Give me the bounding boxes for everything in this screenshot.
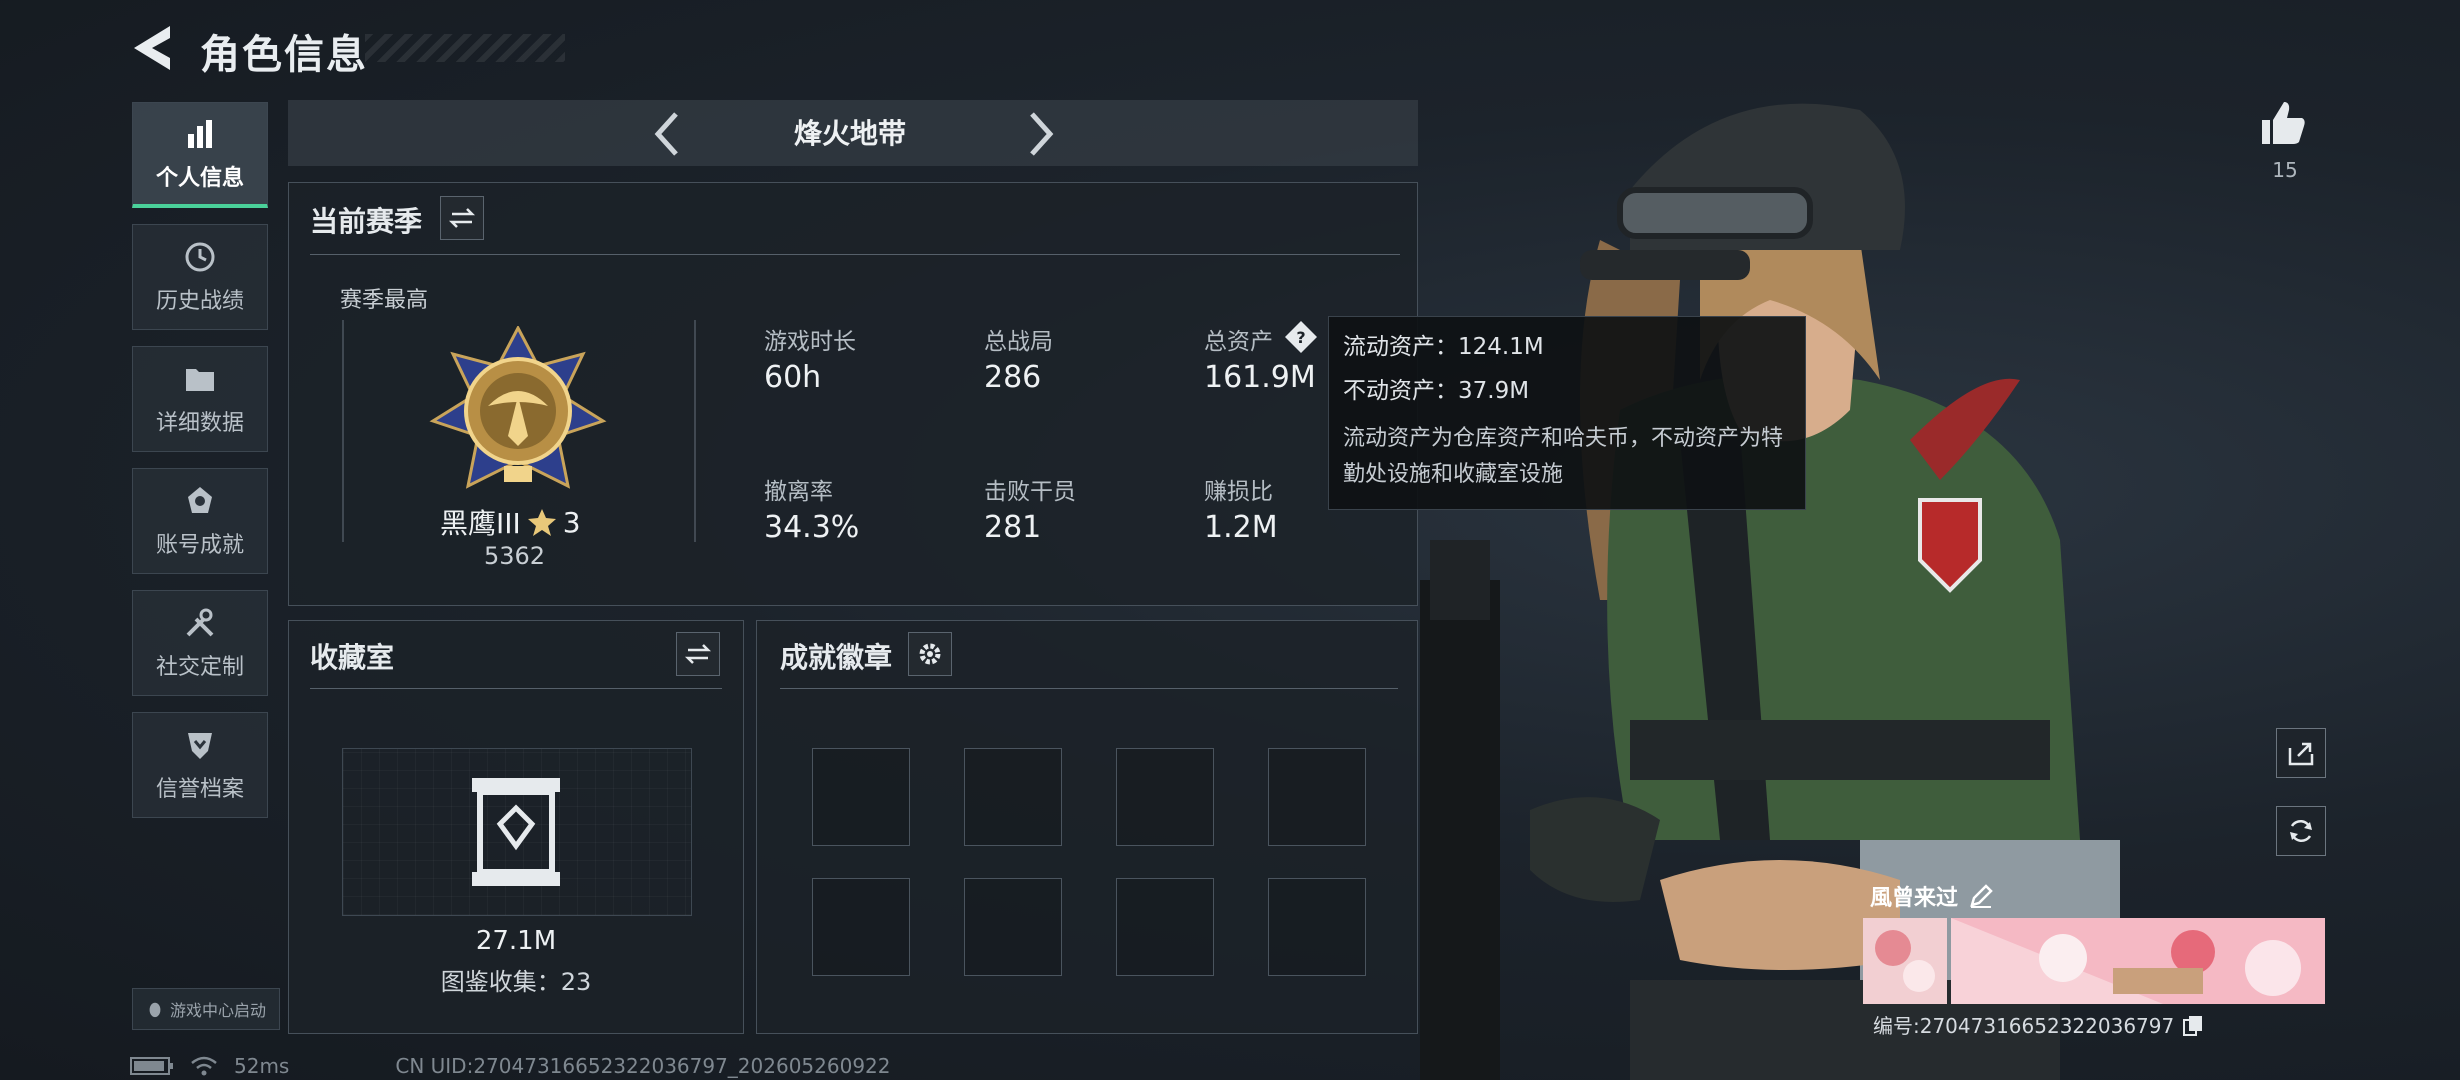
wifi-icon [191,1056,217,1076]
stat-value: 34.3% [764,510,860,545]
stat-label: 游戏时长 [764,329,856,355]
badge-slot[interactable] [812,878,910,976]
like-button[interactable] [2258,98,2308,152]
nav-label: 社交定制 [155,655,244,680]
stat-value: 286 [984,360,1042,395]
season-best-label: 赛季最高 [340,288,429,313]
badge-slot[interactable] [1116,878,1214,976]
stat-value: 281 [984,510,1042,545]
folder-icon [186,369,214,391]
game-center-label: 游戏中心启动 [169,1001,266,1020]
refresh-icon [2290,819,2312,843]
back-button[interactable] [130,22,180,74]
tooltip-liquid: 流动资产：124.1M [1343,334,1544,360]
medal-icon [188,487,212,513]
thumbs-up-icon [2262,102,2305,144]
rank-emblem-icon [429,326,607,489]
stat-label: 总资产 [1204,329,1273,355]
badges-settings-button[interactable] [908,632,952,676]
nav-personal-info[interactable]: 个人信息 [132,102,268,208]
edit-icon[interactable] [1968,883,1994,909]
player-name-row: 風曾来过 [1870,880,1994,912]
prev-mode-button[interactable] [648,108,688,160]
stat-label: 撤离率 [764,479,833,505]
nav-label: 信誉档案 [155,777,244,802]
swap-icon [684,644,712,664]
player-name: 風曾来过 [1870,886,1959,911]
swap-icon [448,208,476,228]
back-arrow-icon [134,26,170,70]
badge-slot[interactable] [964,748,1062,846]
nav-label: 历史战绩 [155,289,244,314]
page-title: 角色信息 [200,32,368,78]
nav-label: 账号成就 [155,533,244,558]
status-bar: 52ms CN UID:270473166523220367​97_202605… [130,1054,891,1078]
history-icon [185,242,215,272]
collection-value: 27.1M [475,926,557,956]
stat-label: 总战局 [984,329,1053,355]
stat-label: 击败干员 [984,479,1076,505]
stat-label: 赚损比 [1204,479,1273,505]
rank-name: 黑鹰III [440,507,521,540]
display-case-icon [472,778,560,886]
badge-slot[interactable] [1116,748,1214,846]
divider [310,688,722,689]
shield-icon [188,733,212,759]
badges-title: 成就徽章 [780,641,893,674]
nav-detailed-data[interactable]: 详细数据 [132,346,268,452]
nav-social[interactable]: 社交定制 [132,590,268,696]
share-icon [2288,742,2314,766]
badge-slot[interactable] [812,748,910,846]
asset-tooltip: 流动资产：124.1M 不动资产：37.9M 流动资产为仓库资产和哈夫币，不动资… [1328,316,1806,510]
chevron-left-icon [654,112,678,156]
divider [310,254,1400,255]
status-uid: CN UID:270473166523220367​97_20260526092… [395,1054,891,1078]
collection-switch-button[interactable] [676,632,720,676]
player-uid: 编号:270473166523220367​97 [1873,1014,2175,1038]
stat-value: 60h [764,360,822,395]
game-center-button[interactable]: 游戏中心启动 [132,988,280,1030]
stat-value: 161.9M [1204,360,1316,395]
rank-stars: 3 [562,505,581,539]
chevron-right-icon [1030,112,1054,156]
collection-catalog: 图鉴收集：23 [440,968,592,996]
name-card-banner[interactable] [1863,918,2325,1004]
bar-chart-icon [188,119,212,148]
like-count: 15 [2272,158,2298,182]
battery-icon [130,1057,173,1075]
stat-value: 1.2M [1204,510,1278,545]
title-decoration [365,34,565,62]
star-icon [527,509,556,536]
gear-icon [919,643,941,665]
rotate-button[interactable] [2276,806,2326,856]
nav-label: 详细数据 [155,411,244,436]
copy-icon[interactable] [2182,1014,2204,1036]
player-uid-row: 编号:270473166523220367​97 [1873,1010,2204,1039]
tooltip-fixed: 不动资产：37.9M [1343,378,1530,404]
season-switch-button[interactable] [440,196,484,240]
share-button[interactable] [2276,728,2326,778]
nav-label: 个人信息 [155,165,244,191]
ping-value: 52ms [234,1054,290,1078]
rank-name-row: 黑鹰III 3 [440,502,581,542]
nav-achievements[interactable]: 账号成就 [132,468,268,574]
penguin-icon [149,1002,161,1018]
tooltip-description: 流动资产为仓库资产和哈夫币，不动资产为特勤处设施和收藏室设施 [1343,426,1784,487]
collection-title: 收藏室 [310,641,395,674]
nav-history[interactable]: 历史战绩 [132,224,268,330]
nav-reputation[interactable]: 信誉档案 [132,712,268,818]
tools-icon [186,608,214,637]
mode-title: 烽火地带 [793,117,906,150]
rank-points: 5362 [484,542,546,570]
badge-slot[interactable] [964,878,1062,976]
next-mode-button[interactable] [1020,108,1060,160]
season-title: 当前赛季 [310,205,423,238]
